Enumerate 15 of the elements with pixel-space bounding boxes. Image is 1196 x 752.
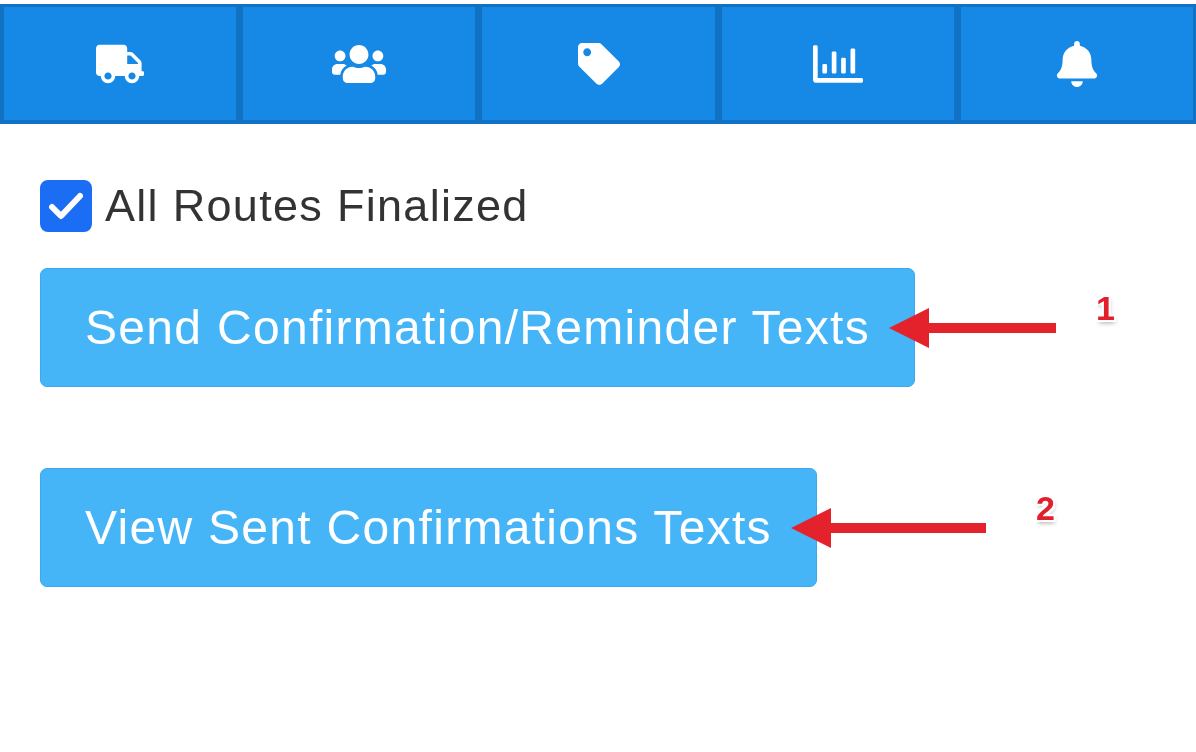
nav-tab[interactable] xyxy=(721,7,954,120)
left-arrow-icon xyxy=(790,507,986,548)
checkbox-label: All Routes Finalized xyxy=(105,180,529,232)
callout-number: 2 xyxy=(1035,489,1055,526)
callout-number: 1 xyxy=(1096,289,1115,326)
action-button[interactable]: Send Confirmation/Reminder Texts xyxy=(40,268,916,387)
nav-tab[interactable] xyxy=(243,7,476,120)
checkmark-icon xyxy=(49,192,83,220)
left-arrow-icon xyxy=(889,307,1057,348)
tag-icon xyxy=(577,42,620,85)
nav-tab[interactable] xyxy=(4,7,237,120)
action-button[interactable]: View Sent Confirmations Texts xyxy=(40,468,817,587)
checkbox[interactable] xyxy=(40,180,92,232)
nav-tab[interactable] xyxy=(960,7,1193,120)
nav-tab[interactable] xyxy=(482,7,715,120)
